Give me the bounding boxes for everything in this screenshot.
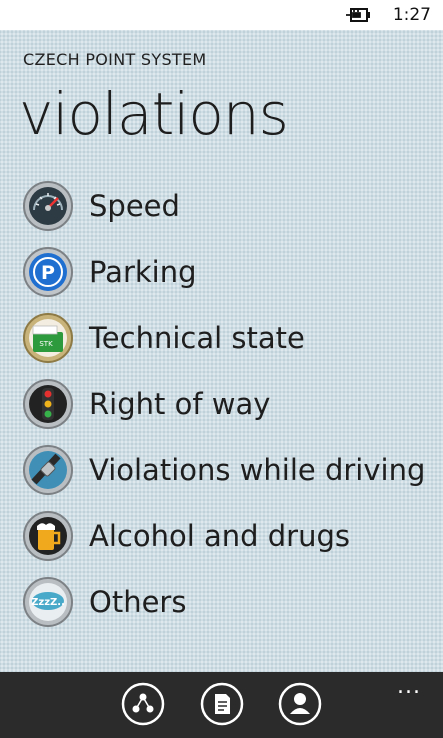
parking-icon: P — [23, 247, 73, 297]
seatbelt-icon — [23, 445, 73, 495]
more-options-button[interactable]: ... — [397, 674, 421, 699]
page-title: violations — [19, 80, 289, 148]
document-icon[interactable] — [200, 682, 244, 726]
menu-item-label: Violations while driving — [89, 453, 426, 487]
app-bar: ... — [0, 672, 443, 738]
menu-item-label: Right of way — [89, 387, 271, 421]
menu-item-others[interactable]: ZzzZ.. Others — [22, 574, 432, 630]
menu-item-right-of-way[interactable]: Right of way — [22, 376, 432, 432]
svg-text:P: P — [41, 262, 55, 284]
person-icon[interactable] — [278, 682, 322, 726]
menu-item-parking[interactable]: P Parking — [22, 244, 432, 300]
menu-item-technical-state[interactable]: STK Technical state — [22, 310, 432, 366]
svg-text:ZzzZ..: ZzzZ.. — [31, 597, 65, 608]
status-bar: 1:27 — [0, 0, 443, 30]
traffic-light-icon — [23, 379, 73, 429]
menu-item-label: Speed — [89, 189, 180, 223]
clock: 1:27 — [392, 5, 431, 25]
charging-plug-icon — [346, 8, 370, 22]
menu-item-label: Others — [89, 585, 187, 619]
stk-document-icon: STK — [23, 313, 73, 363]
menu-item-label: Technical state — [89, 321, 305, 355]
menu-item-alcohol-and-drugs[interactable]: Alcohol and drugs — [22, 508, 432, 564]
svg-text:STK: STK — [39, 340, 53, 348]
zzz-icon: ZzzZ.. — [23, 577, 73, 627]
menu-item-label: Parking — [89, 255, 197, 289]
speedometer-icon — [23, 181, 73, 231]
menu-item-violations-while-driving[interactable]: Violations while driving — [22, 442, 432, 498]
share-icon[interactable] — [121, 682, 165, 726]
menu-item-speed[interactable]: Speed — [22, 178, 432, 234]
beer-icon — [23, 511, 73, 561]
menu-item-label: Alcohol and drugs — [89, 519, 350, 553]
app-title: CZECH POINT SYSTEM — [23, 50, 207, 69]
